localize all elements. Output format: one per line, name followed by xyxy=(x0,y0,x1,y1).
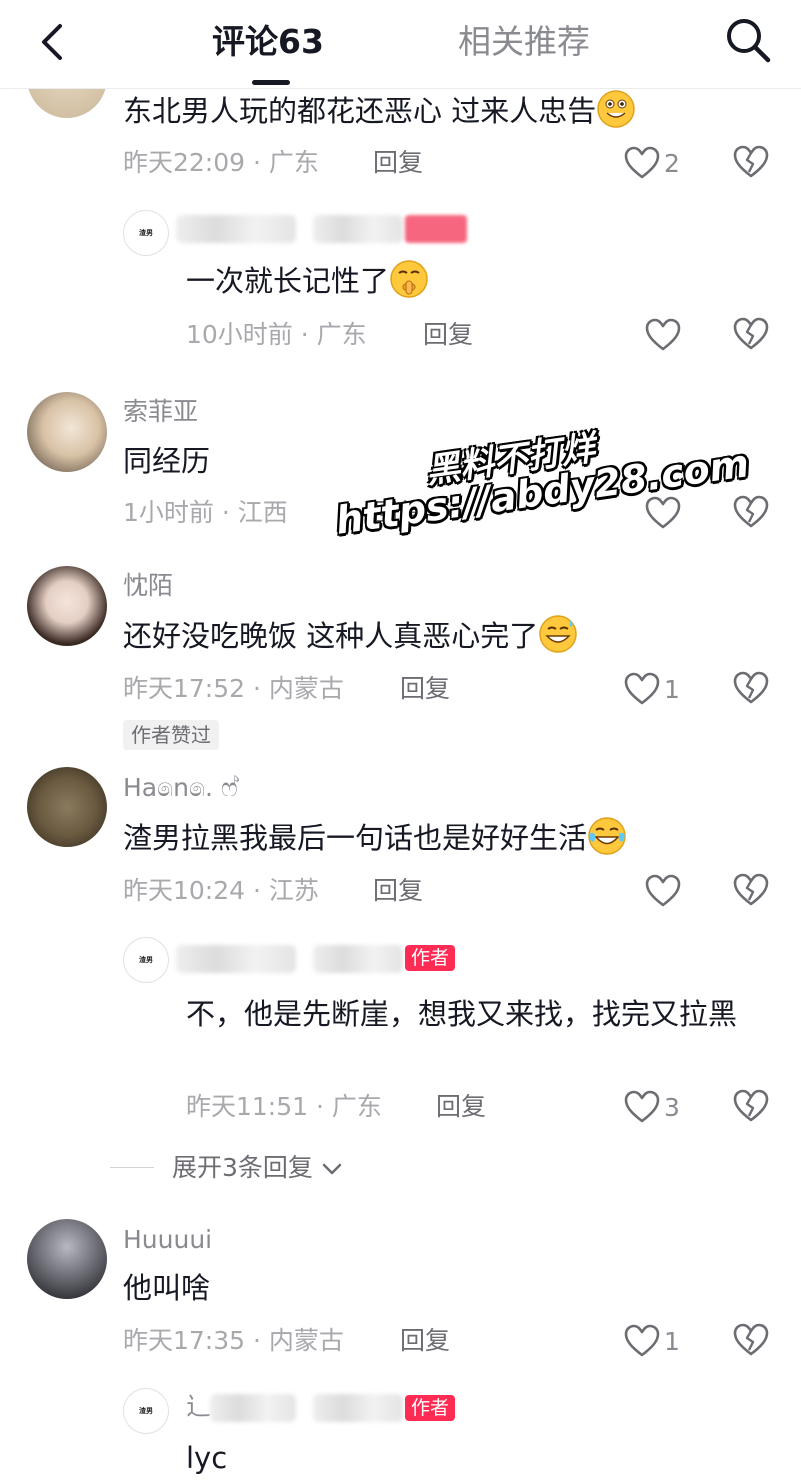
username[interactable]: Ha෧n෧. ෆ් xyxy=(123,772,238,804)
reply-avatar[interactable]: 渣男 xyxy=(123,937,169,983)
back-arrow-icon[interactable] xyxy=(30,18,78,66)
comment-meta: 昨天17:35 · 内蒙古 xyxy=(123,1326,344,1355)
comment-meta: 昨天10:24 · 江苏 xyxy=(123,876,319,905)
reply-button[interactable]: 回复 xyxy=(423,318,473,352)
heart-icon xyxy=(645,874,681,907)
reply-meta: 昨天11:51 · 广东 xyxy=(186,1092,382,1121)
reply-meta: 10小时前 · 广东 xyxy=(186,320,367,349)
blurred-username xyxy=(210,1394,296,1422)
like-count: 1 xyxy=(664,674,680,704)
comment-text: 还好没吃晚饭 这种人真恶心完了 xyxy=(123,614,578,656)
comment-meta: 昨天22:09 · 广东 xyxy=(123,148,319,177)
like-count: 1 xyxy=(664,1326,680,1356)
tears-of-joy-emoji-icon xyxy=(588,817,626,855)
comment-text: 渣男拉黑我最后一句话也是好好生活 xyxy=(123,816,627,858)
search-icon[interactable] xyxy=(722,14,774,66)
blurred-username xyxy=(176,945,296,973)
heart-icon xyxy=(624,1324,660,1357)
grinning-emoji-icon xyxy=(597,90,635,128)
username[interactable]: Huuuui xyxy=(123,1224,212,1256)
reply-button[interactable]: 回复 xyxy=(373,146,423,180)
reply-button[interactable]: 回复 xyxy=(436,1090,486,1124)
reply-button[interactable]: 回复 xyxy=(373,874,423,908)
reply-avatar[interactable]: 渣男 xyxy=(123,1388,169,1434)
like-button[interactable]: 2 xyxy=(624,143,680,183)
like-count: 3 xyxy=(664,1092,680,1122)
heart-icon xyxy=(645,496,681,529)
broken-heart-icon[interactable] xyxy=(733,494,769,530)
reply-username-prefix: 辶 xyxy=(186,1392,212,1421)
username[interactable]: 索菲亚 xyxy=(123,396,198,428)
broken-heart-icon[interactable] xyxy=(733,316,769,352)
reply-text: lyc xyxy=(186,1441,228,1475)
heart-icon xyxy=(624,1090,660,1123)
broken-heart-icon[interactable] xyxy=(733,670,769,706)
comment-text: 同经历 xyxy=(123,444,211,478)
author-tag-blurred xyxy=(405,215,467,243)
avatar[interactable] xyxy=(27,392,107,472)
avatar[interactable] xyxy=(27,767,107,847)
top-bar: 评论63 相关推荐 xyxy=(0,0,801,89)
broken-heart-icon[interactable] xyxy=(733,1322,769,1358)
blurred-username xyxy=(313,1394,403,1422)
reply-text: 一次就长记性了 xyxy=(186,259,429,301)
comment-text: 他叫啥 xyxy=(123,1271,211,1305)
author-tag: 作者 xyxy=(405,1395,456,1421)
tab-related-recommendations[interactable]: 相关推荐 xyxy=(458,20,590,64)
reply-button[interactable]: 回复 xyxy=(400,1324,450,1358)
avatar[interactable] xyxy=(27,566,107,646)
like-button[interactable]: 1 xyxy=(624,669,680,709)
broken-heart-icon[interactable] xyxy=(733,872,769,908)
sweat-smile-emoji-icon xyxy=(539,615,577,653)
comment-meta: 昨天17:52 · 内蒙古 xyxy=(123,674,344,703)
author-liked-badge: 作者赞过 xyxy=(123,720,219,750)
active-tab-indicator xyxy=(252,80,290,85)
heart-icon xyxy=(624,672,660,705)
like-button[interactable] xyxy=(645,315,681,355)
heart-icon xyxy=(645,318,681,351)
like-button[interactable]: 1 xyxy=(624,1321,680,1361)
blurred-username xyxy=(176,215,296,243)
avatar[interactable] xyxy=(27,1219,107,1299)
heart-icon xyxy=(624,146,660,179)
author-tag: 作者 xyxy=(405,945,456,971)
expand-divider xyxy=(110,1167,154,1168)
tab-comments[interactable]: 评论63 xyxy=(212,20,324,64)
comment-meta: 1小时前 · 江西 xyxy=(123,498,288,527)
broken-heart-icon[interactable] xyxy=(733,1088,769,1124)
reply-avatar[interactable]: 渣男 xyxy=(123,210,169,256)
broken-heart-icon[interactable] xyxy=(733,144,769,180)
like-button[interactable]: 3 xyxy=(624,1087,680,1127)
reply-text: 不，他是先断崖，想我又来找，找完又拉黑 xyxy=(186,997,738,1031)
blurred-username xyxy=(313,945,403,973)
chevron-down-icon xyxy=(322,1163,342,1175)
comment-text: 东北男人玩的都花还恶心 过来人忠告 xyxy=(123,89,636,131)
shush-emoji-icon xyxy=(390,260,428,298)
like-button[interactable] xyxy=(645,871,681,911)
blurred-username xyxy=(313,215,403,243)
username[interactable]: 忱陌 xyxy=(123,570,173,602)
reply-button[interactable]: 回复 xyxy=(400,672,450,706)
expand-replies-button[interactable]: 展开3条回复 xyxy=(172,1152,343,1184)
like-count: 2 xyxy=(664,148,680,178)
